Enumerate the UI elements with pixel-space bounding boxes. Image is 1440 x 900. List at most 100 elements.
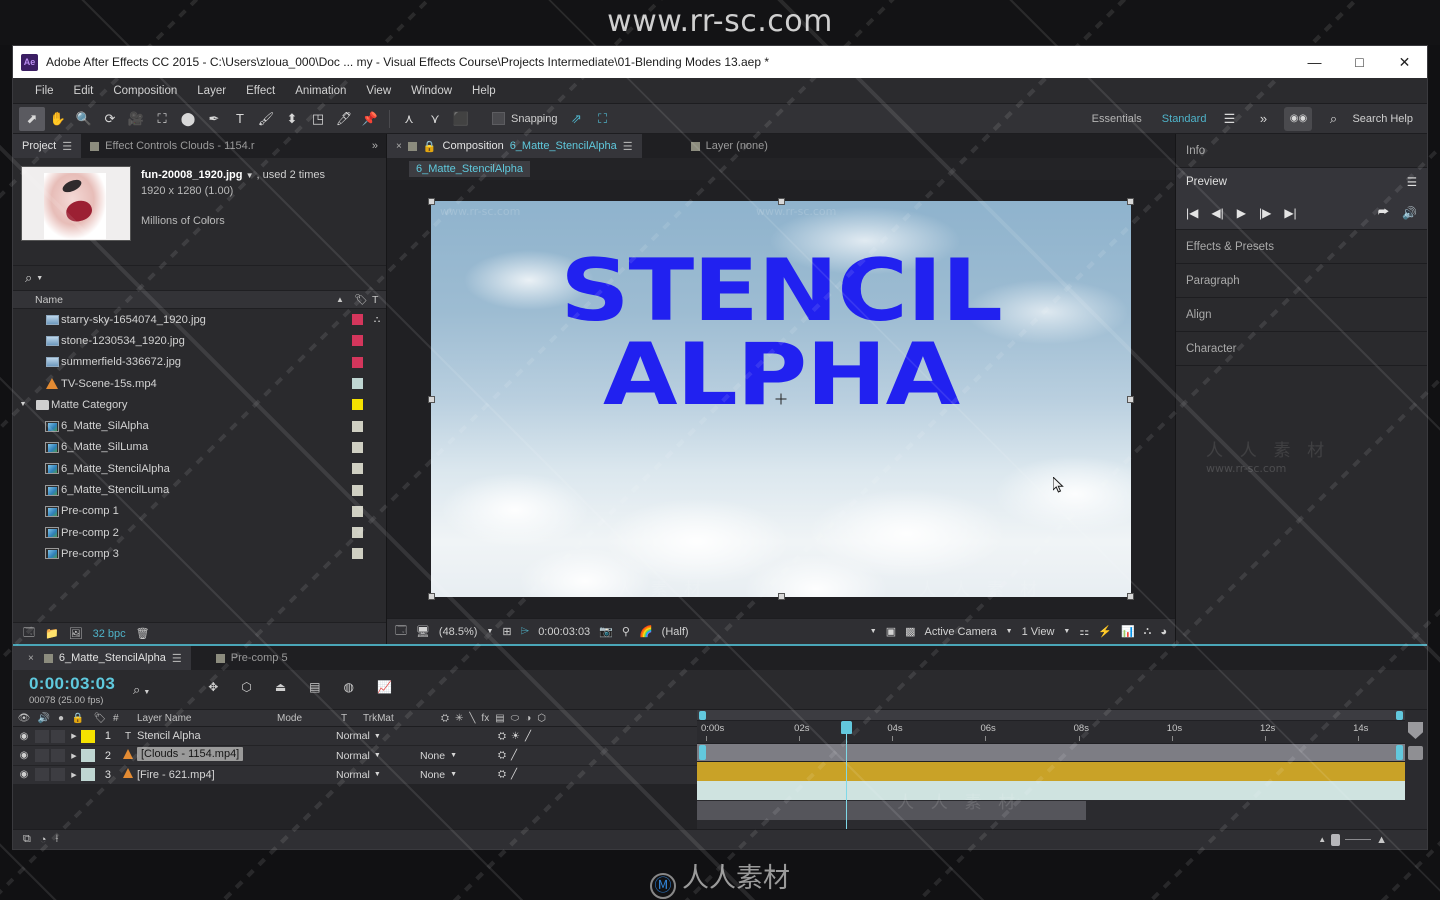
label-color-swatch[interactable] <box>352 378 363 390</box>
search-help-label[interactable]: Search Help <box>1352 113 1413 125</box>
timeline-layer-bar[interactable] <box>697 800 1087 820</box>
menu-edit[interactable]: Edit <box>64 82 104 100</box>
layer-label-color[interactable] <box>81 768 95 782</box>
tag-icon[interactable]: 🏷 <box>350 293 372 306</box>
transparency-grid-icon[interactable]: ▩ <box>905 625 915 638</box>
timeline-current-time[interactable]: 0:00:03:03 <box>29 674 133 694</box>
brush-tool[interactable]: 🖌 <box>253 107 279 131</box>
minimize-button[interactable]: — <box>1292 46 1337 78</box>
text-tool[interactable]: T <box>227 107 253 131</box>
new-footage-icon[interactable]: 🖼 <box>69 627 83 640</box>
panel-info[interactable]: Info <box>1176 134 1427 168</box>
project-item[interactable]: starry-sky-1654074_1920.jpg ⛬ <box>13 309 386 330</box>
stretch-icon[interactable]: ⟊ <box>56 833 59 846</box>
timeline-time-display[interactable]: 0:00:03:03 00078 (25.00 fps) <box>13 670 133 706</box>
toggle-switches-modes-icon[interactable]: ⧉ <box>23 833 31 846</box>
selection-handle-bc[interactable] <box>778 593 785 600</box>
panel-preview-header[interactable]: Preview ☰ <box>1176 168 1427 196</box>
layer-switch[interactable]: ⛭ <box>498 731 506 742</box>
timeline-track-area[interactable]: 0:00s02s04s06s08s10s12s14s 人 人 素 材 <box>697 710 1405 829</box>
anchor-point-icon[interactable] <box>775 393 787 405</box>
label-color-swatch[interactable] <box>352 548 363 560</box>
audio-toggle[interactable] <box>35 729 49 743</box>
label-color-swatch[interactable] <box>352 314 363 326</box>
3d-icon[interactable]: ⬡ <box>537 713 546 724</box>
comp-current-time[interactable]: 0:00:03:03 <box>538 626 590 638</box>
disclosure-triangle-icon[interactable]: ▶ <box>67 752 81 760</box>
workspace-standard[interactable]: Standard <box>1152 113 1217 125</box>
resolution-label[interactable]: (Half) <box>662 626 689 638</box>
menu-composition[interactable]: Composition <box>103 82 187 100</box>
lock-icon[interactable]: 🔒 <box>69 713 87 724</box>
pixel-aspect-icon[interactable]: ⚏ <box>1079 625 1089 638</box>
first-frame-button[interactable]: |◀ <box>1186 206 1198 220</box>
comp-marker-icon[interactable] <box>1408 722 1423 739</box>
label-color-swatch[interactable] <box>352 335 363 347</box>
disclosure-triangle-icon[interactable]: ▶ <box>67 771 81 779</box>
hamburger-icon[interactable]: ☰ <box>623 140 633 153</box>
active-camera-label[interactable]: Active Camera <box>925 626 997 638</box>
lock-icon[interactable]: 🔒 <box>423 140 437 153</box>
main-view-icon[interactable]: 🗔 <box>395 622 407 641</box>
layer-name[interactable]: [Clouds - 1154.mp4] <box>137 747 336 764</box>
zoom-level[interactable]: (48.5%) <box>439 626 478 638</box>
selection-tool[interactable]: ⬈ <box>19 106 45 131</box>
eraser-tool[interactable]: ◳ <box>305 107 331 131</box>
timeline-layer-row[interactable]: ◉ ▶ 3 [Fire - 621.mp4] Normal ▼ None ▼ ⛭ ╱ <box>13 765 697 786</box>
trash-icon[interactable]: 🗑 <box>136 627 150 640</box>
creative-cloud-icon[interactable]: ◉◉ <box>1284 106 1313 131</box>
solo-toggle[interactable] <box>51 729 65 743</box>
grid-snap-icon[interactable]: ⛶ <box>590 107 616 131</box>
caret-down-icon[interactable]: ▼ <box>374 771 381 778</box>
project-item[interactable]: 6_Matte_StencilAlpha <box>13 458 386 479</box>
close-icon[interactable]: × <box>396 141 402 152</box>
maximize-button[interactable]: □ <box>1337 46 1382 78</box>
label-color-swatch[interactable] <box>352 420 363 432</box>
layer-name[interactable]: Stencil Alpha <box>137 730 336 742</box>
puppet-starch-tool[interactable]: ⋎ <box>422 107 448 131</box>
share-icon[interactable]: ⛬ <box>368 314 386 325</box>
shy-icon[interactable]: ⛭ <box>441 713 449 724</box>
motion-blur-icon[interactable]: ◍ <box>344 680 354 694</box>
disclosure-triangle-icon[interactable]: ▼ <box>13 401 33 408</box>
eye-icon[interactable]: 👁 <box>13 713 35 724</box>
column-t[interactable]: T <box>341 713 363 724</box>
tab-project[interactable]: Project ☰ <box>13 134 82 158</box>
pen-tool[interactable]: ✒ <box>201 107 227 131</box>
hamburger-icon[interactable]: ☰ <box>1407 175 1417 189</box>
timeline-layer-bar[interactable] <box>697 781 1405 801</box>
selection-handle-bl[interactable] <box>428 593 435 600</box>
menu-layer[interactable]: Layer <box>187 82 236 100</box>
project-item[interactable]: 6_Matte_SilAlpha <box>13 415 386 436</box>
menu-effect[interactable]: Effect <box>236 82 285 100</box>
timeline-ruler[interactable]: 0:00s 02s 04s 06s 08s 10s 12s 14s <box>697 721 1405 744</box>
show-snapshot-icon[interactable]: ⚲ <box>622 625 630 638</box>
new-composition-icon[interactable]: 🗔 <box>23 624 35 643</box>
speaker-icon[interactable]: 🔊 <box>35 713 53 724</box>
tab-timeline-comp[interactable]: × 6_Matte_StencilAlpha ☰ <box>13 646 191 670</box>
solo-toggle[interactable] <box>51 768 65 782</box>
loop-button[interactable]: ⮫ <box>1378 205 1389 220</box>
zoom-tool[interactable]: 🔍 <box>71 107 97 131</box>
grid-guides-icon[interactable]: ⊞ <box>502 625 511 638</box>
layer-switch[interactable]: ⛭ <box>498 769 506 780</box>
column-trkmat[interactable]: TrkMat <box>363 713 437 724</box>
timeline-icon[interactable]: 📊 <box>1121 625 1135 638</box>
reset-exposure-icon[interactable]: ◕ <box>1160 626 1167 638</box>
close-icon[interactable]: × <box>22 653 38 664</box>
timeline-layer-row[interactable]: ◉ ▶ 2 [Clouds - 1154.mp4] Normal ▼ None ▼ ⛭ ╱ <box>13 746 697 766</box>
puppet-position-tool[interactable]: ⋏ <box>396 107 422 131</box>
puppet-pin-tool[interactable]: 📌 <box>357 107 383 131</box>
menu-view[interactable]: View <box>356 82 401 100</box>
frame-blend-icon[interactable]: ▤ <box>495 713 504 724</box>
tab-layer[interactable]: Layer (none) <box>682 134 777 158</box>
magnet-icon[interactable]: ⇗ <box>564 107 590 131</box>
views-label[interactable]: 1 View <box>1022 626 1055 638</box>
collapse-icon[interactable]: ✳ <box>455 713 463 724</box>
layer-switch[interactable]: ╱ <box>511 750 517 761</box>
hamburger-icon[interactable]: ☰ <box>62 140 72 153</box>
panel-align[interactable]: Align <box>1176 298 1427 332</box>
playhead-handle[interactable] <box>840 721 852 734</box>
audio-toggle[interactable] <box>35 749 49 763</box>
layer-switch[interactable]: ☀ <box>511 731 520 742</box>
